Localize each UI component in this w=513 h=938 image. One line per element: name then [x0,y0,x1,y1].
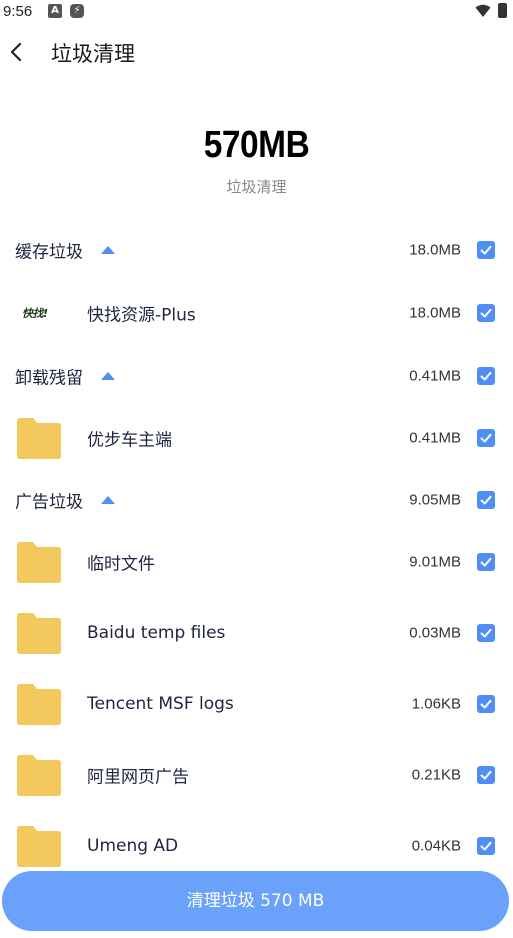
item-size: 9.01MB [409,553,461,571]
checkmark-icon [480,495,492,505]
caret-up-icon[interactable] [101,372,115,380]
folder-icon [17,826,61,867]
group-row-uninstall-residue[interactable]: 卸载残留 0.41MB [0,346,513,406]
folder-icon [17,418,61,459]
item-checkbox[interactable] [477,695,495,713]
item-checkbox[interactable] [477,837,495,855]
folder-icon [17,684,61,725]
item-checkbox[interactable] [477,766,495,784]
checkmark-icon [480,770,492,780]
checkmark-icon [480,699,492,709]
total-junk-size: 570MB [203,124,310,166]
item-label: 快找资源-Plus [87,305,196,326]
list-item[interactable]: 快找! 快找资源-Plus 18.0MB [0,283,513,343]
list-item[interactable]: Baidu temp files 0.03MB [0,603,513,663]
status-bar: 9:56 A ⚡ [0,0,513,24]
folder-icon [17,542,61,583]
item-label: Baidu temp files [87,623,226,643]
group-label: 广告垃圾 [15,492,83,513]
folder-icon [17,613,61,654]
checkmark-icon [480,245,492,255]
list-item[interactable]: 临时文件 9.01MB [0,532,513,592]
group-size: 0.41MB [409,367,461,385]
group-size: 18.0MB [409,241,461,259]
item-checkbox[interactable] [477,429,495,447]
item-label: 优步车主端 [87,430,172,451]
status-time: 9:56 [3,3,33,20]
wifi-icon [475,4,491,17]
page-title: 垃圾清理 [51,42,135,66]
clean-junk-button[interactable]: 清理垃圾 570 MB [2,871,509,931]
checkmark-icon [480,628,492,638]
list-item[interactable]: 优步车主端 0.41MB [0,408,513,468]
caret-up-icon[interactable] [101,246,115,254]
checkmark-icon [480,371,492,381]
checkmark-icon [480,433,492,443]
checkmark-icon [480,841,492,851]
item-size: 18.0MB [409,304,461,322]
item-size: 0.41MB [409,429,461,447]
checkmark-icon [480,308,492,318]
back-button[interactable] [4,38,32,66]
group-row-ad-junk[interactable]: 广告垃圾 9.05MB [0,470,513,530]
caret-up-icon[interactable] [101,496,115,504]
item-size: 0.03MB [409,624,461,642]
notification-a-icon: A [48,4,62,18]
back-arrow-icon [10,42,22,62]
item-label: 临时文件 [87,554,155,575]
item-label: Tencent MSF logs [87,694,234,714]
app-header: 垃圾清理 [0,30,513,74]
notification-flash-icon: ⚡ [70,4,84,18]
group-checkbox[interactable] [477,491,495,509]
item-checkbox[interactable] [477,304,495,322]
total-junk-label: 垃圾清理 [226,178,287,196]
item-label: Umeng AD [87,836,179,856]
list-item[interactable]: Umeng AD 0.04KB [0,816,513,876]
item-checkbox[interactable] [477,624,495,642]
group-label: 卸载残留 [15,368,83,389]
list-item[interactable]: Tencent MSF logs 1.06KB [0,674,513,734]
item-label: 阿里网页广告 [87,767,189,788]
group-checkbox[interactable] [477,367,495,385]
list-item[interactable]: 阿里网页广告 0.21KB [0,745,513,805]
checkmark-icon [480,557,492,567]
item-checkbox[interactable] [477,553,495,571]
item-size: 0.21KB [411,766,461,784]
battery-icon [498,3,507,18]
item-size: 0.04KB [411,837,461,855]
group-checkbox[interactable] [477,241,495,259]
group-size: 9.05MB [409,491,461,509]
item-size: 1.06KB [411,695,461,713]
folder-icon [17,755,61,796]
group-label: 缓存垃圾 [15,242,83,263]
app-logo-icon: 快找! [22,307,48,320]
group-row-cache[interactable]: 缓存垃圾 18.0MB [0,220,513,280]
